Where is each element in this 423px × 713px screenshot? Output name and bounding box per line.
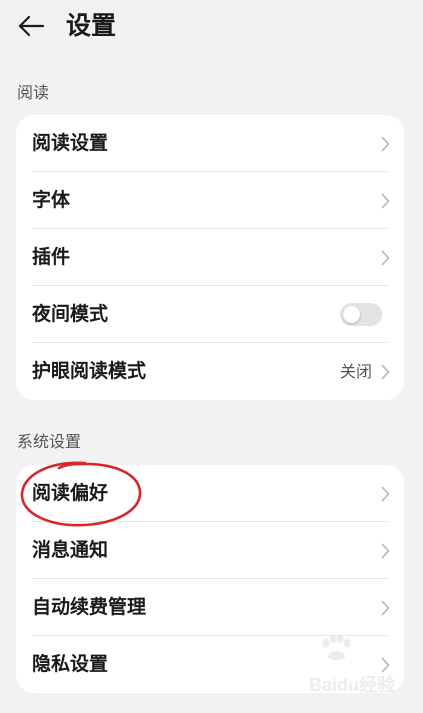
settings-row-auto-renewal[interactable]: 自动续费管理 <box>16 579 404 636</box>
section-label-system: 系统设置 <box>17 432 82 451</box>
row-value: 关闭 <box>339 362 372 381</box>
chevron-right-icon <box>381 250 390 266</box>
back-button[interactable] <box>14 10 48 44</box>
settings-row-plugins[interactable]: 插件 <box>16 229 404 286</box>
row-label: 自动续费管理 <box>32 596 147 618</box>
chevron-right-icon <box>381 364 390 380</box>
chevron-right-icon <box>381 136 390 152</box>
row-label: 护眼阅读模式 <box>32 360 147 382</box>
row-label: 阅读设置 <box>32 132 109 154</box>
page-title: 设置 <box>66 11 117 40</box>
row-label: 插件 <box>32 246 71 268</box>
settings-row-font[interactable]: 字体 <box>16 172 404 229</box>
header-bar: 设置 <box>0 0 423 56</box>
row-label: 字体 <box>32 189 71 211</box>
settings-row-eye-care-mode[interactable]: 护眼阅读模式 关闭 <box>16 343 404 400</box>
chevron-right-icon <box>381 543 390 559</box>
system-settings-card: 阅读偏好 消息通知 自动续费管理 隐私设置 <box>16 465 404 693</box>
section-label-reading: 阅读 <box>17 83 50 102</box>
chevron-right-icon <box>381 600 390 616</box>
row-label: 夜间模式 <box>32 303 109 325</box>
settings-row-reading-settings[interactable]: 阅读设置 <box>16 115 404 172</box>
settings-row-privacy[interactable]: 隐私设置 <box>16 636 404 693</box>
settings-row-reading-preference[interactable]: 阅读偏好 <box>16 465 404 522</box>
chevron-right-icon <box>381 193 390 209</box>
settings-row-notifications[interactable]: 消息通知 <box>16 522 404 579</box>
toggle-knob <box>343 306 360 323</box>
night-mode-toggle[interactable] <box>340 303 382 326</box>
arrow-left-icon <box>18 15 44 37</box>
reading-settings-card: 阅读设置 字体 插件 夜间模式 护眼阅读模式 关闭 <box>16 115 404 400</box>
row-label: 阅读偏好 <box>32 482 109 504</box>
row-label: 隐私设置 <box>32 653 109 675</box>
row-label: 消息通知 <box>32 539 109 561</box>
settings-row-night-mode: 夜间模式 <box>16 286 404 343</box>
chevron-right-icon <box>381 657 390 673</box>
chevron-right-icon <box>381 486 390 502</box>
